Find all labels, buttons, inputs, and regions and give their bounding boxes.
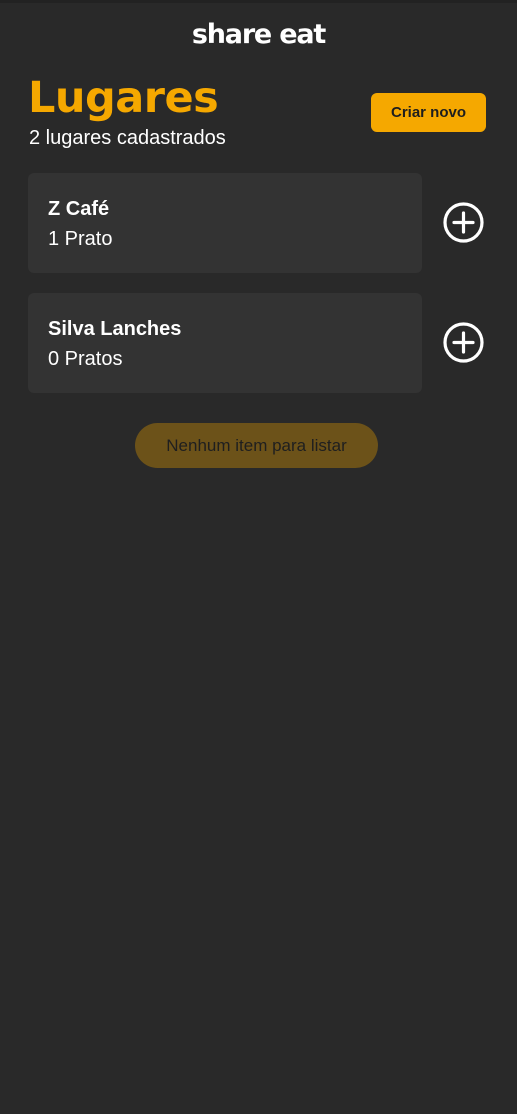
create-new-button[interactable]: Criar novo (371, 93, 486, 132)
place-card-silva-lanches[interactable]: Silva Lanches 0 Pratos (28, 293, 422, 393)
top-strip (0, 0, 517, 3)
place-name: Silva Lanches (48, 318, 182, 340)
plus-circle-icon (443, 202, 484, 243)
empty-list-message: Nenhum item para listar (135, 423, 378, 468)
app-logo: share eat (191, 19, 326, 50)
place-name: Z Café (48, 198, 110, 220)
places-count-subtitle: 2 lugares cadastrados (29, 127, 226, 149)
page-title: Lugares (28, 73, 219, 123)
plus-circle-icon (443, 322, 484, 363)
add-dish-button-z-cafe[interactable] (441, 200, 486, 245)
add-dish-button-silva-lanches[interactable] (441, 320, 486, 365)
place-dish-count: 0 Pratos (48, 348, 123, 370)
place-card-z-cafe[interactable]: Z Café 1 Prato (28, 173, 422, 273)
place-dish-count: 1 Prato (48, 228, 113, 250)
